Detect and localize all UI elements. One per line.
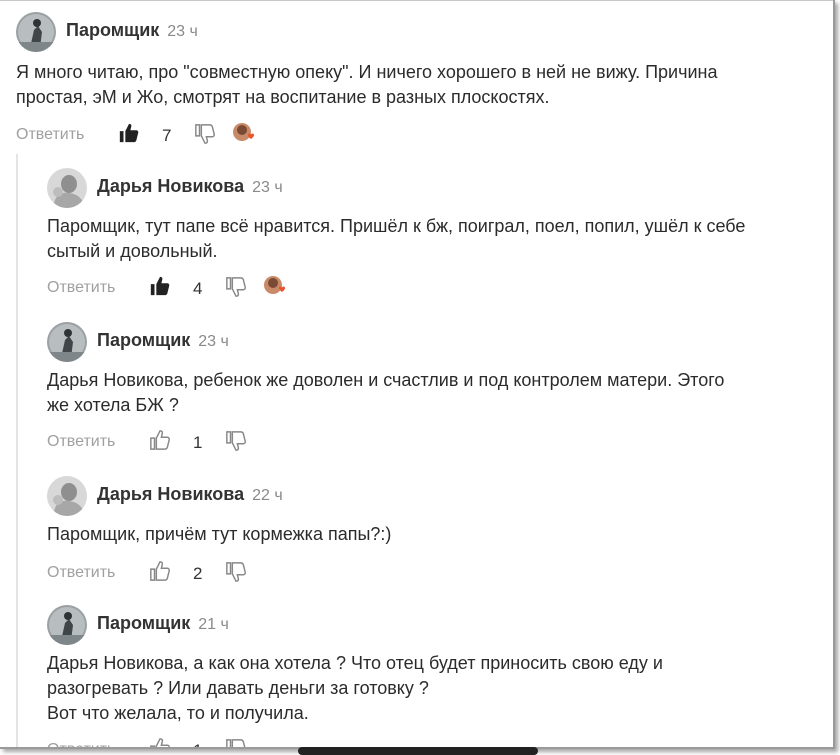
comment-text: Дарья Новикова, ребенок же доволен и сча… (47, 370, 725, 415)
reply-button[interactable]: Ответить (47, 741, 115, 747)
thumbs-up-icon[interactable] (118, 122, 140, 144)
comment: Дарья Новикова 23 ч Паромщик, тут папе вс… (47, 168, 827, 303)
reply-button[interactable]: Ответить (47, 564, 115, 582)
thumbs-down-icon[interactable] (225, 561, 247, 583)
thumbs-down-icon[interactable] (225, 738, 247, 747)
floating-bar (298, 747, 538, 755)
like-count: 2 (193, 564, 203, 583)
author-name[interactable]: Дарья Новикова 22 ч (97, 484, 283, 505)
author-name[interactable]: Паромщик 23 ч (66, 20, 198, 41)
comment-actions: Ответить 1 (47, 429, 827, 457)
heart-reaction-icon[interactable] (232, 122, 258, 144)
reply-button[interactable]: Ответить (47, 433, 115, 451)
author-name[interactable]: Дарья Новикова 23 ч (97, 176, 283, 197)
like-count: 1 (193, 741, 202, 747)
thumbs-down-icon[interactable] (225, 430, 247, 452)
comment: Паромщик 23 ч Дарья Новикова, ребенок же … (47, 322, 827, 457)
author-name[interactable]: Паромщик 21 ч (97, 613, 229, 634)
comment-text: Паромщик, тут папе всё нравится. Пришёл … (47, 216, 746, 261)
thumbs-up-icon[interactable] (149, 275, 171, 297)
thumbs-up-icon[interactable] (149, 737, 171, 747)
reply-button[interactable]: Ответить (16, 126, 84, 144)
reply-button[interactable]: Ответить (47, 279, 115, 297)
thumbs-down-icon[interactable] (225, 276, 247, 298)
comment-text: Паромщик, причём тут кормежка папы?:) (47, 524, 392, 544)
timestamp: 22 ч (252, 487, 283, 504)
thumbs-up-icon[interactable] (149, 429, 171, 451)
comment-actions: Ответить 4 (47, 275, 827, 303)
avatar[interactable] (47, 605, 87, 645)
timestamp: 23 ч (252, 179, 283, 196)
comment-actions: Ответить 2 (47, 560, 827, 588)
comment: Паромщик 23 ч Я много читаю, про "совмест… (16, 12, 826, 150)
divider (0, 0, 833, 1)
timestamp: 23 ч (167, 23, 198, 40)
avatar[interactable] (16, 12, 56, 52)
comments-panel: Паромщик 23 ч Я много читаю, про "совмест… (0, 0, 835, 749)
comment-actions: Ответить 7 (16, 122, 826, 150)
thumbs-up-icon[interactable] (149, 560, 171, 582)
like-count: 1 (193, 433, 203, 452)
timestamp: 21 ч (198, 616, 229, 633)
avatar[interactable] (47, 322, 87, 362)
heart-reaction-icon[interactable] (263, 275, 289, 297)
avatar[interactable] (47, 168, 87, 208)
comment: Дарья Новикова 22 ч Паромщик, причём тут … (47, 476, 827, 588)
comment-text: Дарья Новикова, а как она хотела ? Что о… (47, 653, 663, 723)
timestamp: 23 ч (198, 333, 229, 350)
comment-text: Я много читаю, про "совместную опеку". И… (16, 62, 718, 107)
like-count: 4 (193, 279, 203, 298)
thread-line (16, 154, 18, 747)
avatar[interactable] (47, 476, 87, 516)
thumbs-down-icon[interactable] (194, 123, 216, 145)
like-count: 7 (162, 126, 172, 145)
comment: Паромщик 21 ч Дарья Новикова, а как она х… (47, 605, 827, 747)
author-name[interactable]: Паромщик 23 ч (97, 330, 229, 351)
